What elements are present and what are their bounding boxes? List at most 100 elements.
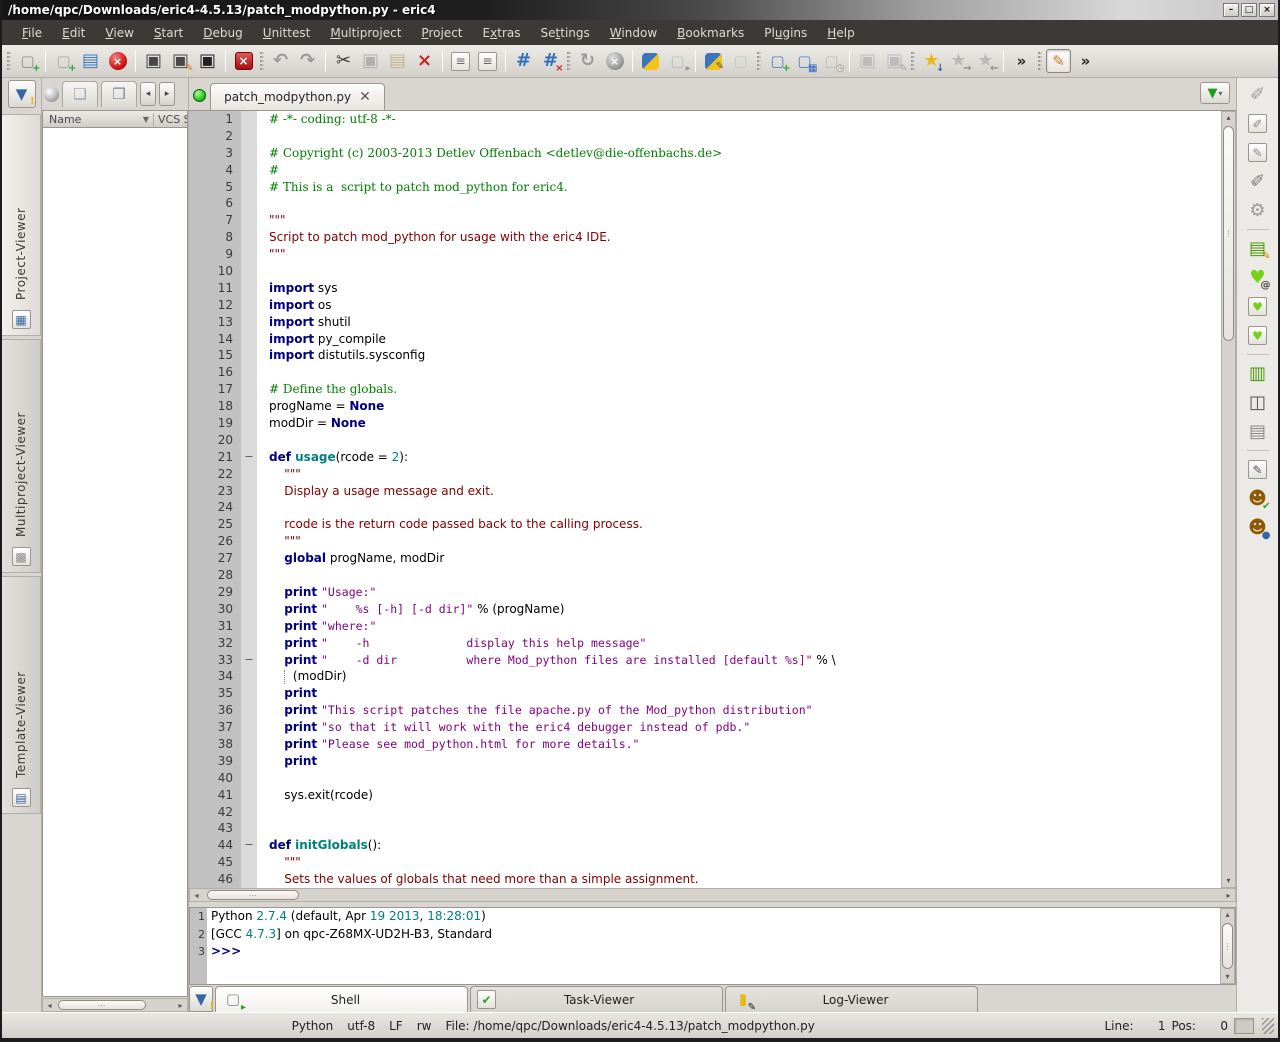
menu-settings[interactable]: Settings <box>531 23 600 43</box>
scroll-left-arrow[interactable]: ◂ <box>190 891 203 900</box>
next-bookmark-button[interactable]: ★→ <box>946 49 971 74</box>
scroll-thumb[interactable]: ⋮ <box>1223 126 1234 341</box>
scroll-left-arrow[interactable]: ◂ <box>43 1001 56 1010</box>
redo-button[interactable]: ↷ <box>295 49 320 74</box>
toolbar-handle[interactable] <box>757 52 761 70</box>
browser-mode-button-1[interactable]: ❒ <box>101 81 137 107</box>
run-python-button[interactable] <box>638 49 663 74</box>
scroll-track[interactable]: ⋮ <box>1222 124 1235 875</box>
uncomment-button[interactable]: ≡ <box>475 49 500 74</box>
save-as-button[interactable]: ▣✎ <box>168 49 193 74</box>
resize-grip[interactable] <box>1262 1018 1274 1034</box>
menu-extras[interactable]: Extras <box>473 23 531 43</box>
sidebar-tab-multiproject-viewer[interactable]: Multiproject-Viewer▩ <box>2 339 41 573</box>
close-file-button[interactable]: × <box>105 49 130 74</box>
sidebar-tab-project-viewer[interactable]: Project-Viewer▦ <box>2 114 41 336</box>
refresh-button[interactable]: ↻ <box>575 49 600 74</box>
toolbar-handle[interactable] <box>567 52 571 70</box>
new-window-button[interactable]: ▢+ <box>15 49 40 74</box>
menu-help[interactable]: Help <box>817 23 864 43</box>
editor-vscrollbar[interactable]: ▴ ⋮ ▾ <box>1221 111 1236 888</box>
stop-button[interactable]: × <box>602 49 627 74</box>
user-web-button[interactable]: ☻● <box>1242 513 1274 542</box>
new-file-button[interactable]: ▢+ <box>51 49 76 74</box>
scroll-right-arrow[interactable]: ▸ <box>174 1001 187 1010</box>
column-header-vcs[interactable]: VCS S <box>153 113 187 126</box>
shell-output[interactable]: Python 2.7.4 (default, Apr 19 2013, 18:2… <box>207 908 1220 984</box>
debug-script-button[interactable]: ▢ <box>728 49 753 74</box>
new-task-button[interactable]: ▢+ <box>765 49 790 74</box>
toolbar-handle[interactable] <box>7 52 11 70</box>
browser-list[interactable] <box>42 128 188 997</box>
menu-multiproject[interactable]: Multiproject <box>320 23 411 43</box>
window-heart-button-2[interactable]: ♥ <box>1242 321 1274 350</box>
menu-edit[interactable]: Edit <box>52 23 95 43</box>
edit-mode-toggle[interactable]: ✎ <box>1046 49 1071 74</box>
scroll-thumb[interactable]: ⋯ <box>58 1000 146 1010</box>
run-script-button[interactable]: ▢▸ <box>665 49 690 74</box>
menu-window[interactable]: Window <box>600 23 667 43</box>
edit-task-button[interactable]: ▢▦ <box>792 49 817 74</box>
title-bar[interactable]: /home/qpc/Downloads/eric4-4.5.13/patch_m… <box>2 0 1278 20</box>
task-history-button[interactable]: ▢◷ <box>819 49 844 74</box>
scroll-track[interactable]: ⋮ <box>1221 921 1234 971</box>
toolbar-overflow-button[interactable]: » <box>1009 49 1034 74</box>
menu-view[interactable]: View <box>95 23 144 43</box>
code-editor[interactable]: 1# -*- coding: utf-8 -*-23# Copyright (c… <box>189 111 1221 888</box>
toolbar-overflow-button-2[interactable]: » <box>1073 49 1098 74</box>
mail-heart-button[interactable]: ♥@ <box>1242 263 1274 292</box>
copy-button[interactable]: ▣ <box>358 49 383 74</box>
fold-marker[interactable]: − <box>241 837 257 854</box>
fold-marker[interactable]: − <box>241 449 257 466</box>
delete-button[interactable]: × <box>412 49 437 74</box>
shell-vscrollbar[interactable]: ▴⋮▾ <box>1220 908 1235 984</box>
scroll-thumb[interactable]: ⋮ <box>1222 923 1233 969</box>
comment-button[interactable]: ≡ <box>448 49 473 74</box>
scroll-track[interactable]: ⋯ <box>203 889 1222 901</box>
window-pencil-button[interactable]: ✎ <box>1242 138 1274 167</box>
goto-brace-button[interactable]: #× <box>538 49 563 74</box>
toggle-bookmark-button[interactable]: ★↓ <box>919 49 944 74</box>
editor-tab[interactable]: patch_modpython.py ✕ <box>210 83 385 110</box>
scroll-left-button[interactable]: ◂ <box>140 82 156 106</box>
toolbar-handle[interactable] <box>260 52 264 70</box>
paste-button[interactable]: ▤ <box>385 49 410 74</box>
scroll-right-button[interactable]: ▸ <box>159 82 175 106</box>
api-book-button[interactable]: ▤✎ <box>1242 234 1274 263</box>
compare-files-button[interactable]: ◫ <box>1242 388 1274 417</box>
toolbar-handle[interactable] <box>1038 52 1042 70</box>
scroll-thumb[interactable]: ⋯ <box>207 890 299 900</box>
column-header-name[interactable]: Name ▼ <box>43 113 153 126</box>
minimize-button[interactable]: – <box>1223 3 1239 17</box>
save-all-button[interactable]: ▣ <box>195 49 220 74</box>
toolbar-handle[interactable] <box>911 52 915 70</box>
scroll-down-arrow[interactable]: ▾ <box>1226 875 1230 887</box>
debug-python-button[interactable]: ✎ <box>701 49 726 74</box>
bottom-tab-shell[interactable]: ▢▸Shell <box>215 986 468 1012</box>
browser-mode-button-0[interactable]: ❏ <box>62 81 98 107</box>
undo-button[interactable]: ↶ <box>268 49 293 74</box>
bottom-tab-log-viewer[interactable]: ▮✎Log-Viewer <box>725 986 978 1012</box>
quit-button[interactable]: × <box>231 49 256 74</box>
sidebar-tab-template-viewer[interactable]: Template-Viewer▤ <box>2 576 41 814</box>
shell-filter-button[interactable]: ▼! <box>189 986 213 1012</box>
fold-marker[interactable]: − <box>241 652 257 669</box>
editor-hscrollbar[interactable]: ◂ ⋯ ▸ <box>189 888 1236 902</box>
menu-debug[interactable]: Debug <box>193 23 253 43</box>
scroll-right-arrow[interactable]: ▸ <box>1222 891 1235 900</box>
scroll-up-arrow[interactable]: ▴ <box>1226 112 1230 124</box>
menu-project[interactable]: Project <box>411 23 472 43</box>
tools-button[interactable]: ✐ <box>1242 167 1274 196</box>
menu-plugins[interactable]: Plugins <box>754 23 817 43</box>
menu-file[interactable]: File <box>12 23 52 43</box>
documentation-button[interactable]: ▥ <box>1242 359 1274 388</box>
cut-button[interactable]: ✂ <box>331 49 356 74</box>
bottom-tab-task-viewer[interactable]: ✔Task-Viewer <box>470 986 723 1012</box>
tab-list-dropdown-button[interactable]: ▼ ▾ <box>1200 82 1230 104</box>
browser-hscrollbar[interactable]: ◂⋯ ▸ <box>42 998 188 1012</box>
menu-start[interactable]: Start <box>144 23 193 43</box>
window-wrench-button[interactable]: ✐ <box>1242 109 1274 138</box>
prev-bookmark-button[interactable]: ★← <box>973 49 998 74</box>
sql-browser-button[interactable]: ▤ <box>1242 417 1274 446</box>
scroll-up-arrow[interactable]: ▴ <box>1225 909 1229 921</box>
